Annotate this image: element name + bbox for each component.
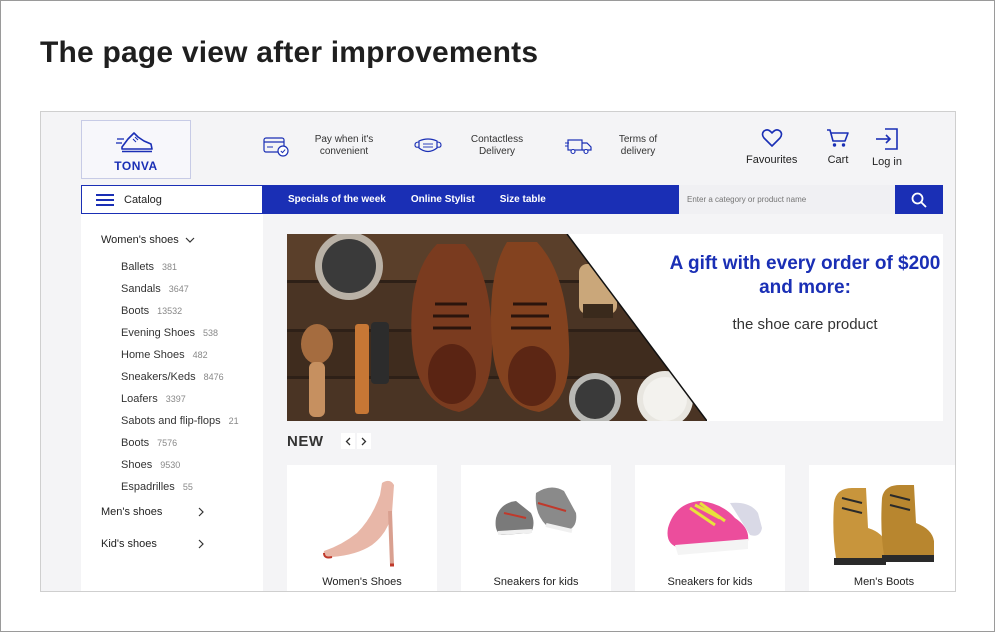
subcategory-item[interactable]: Sneakers/Keds 8476 (121, 366, 239, 388)
womens-subcategory-list: Ballets 381 Sandals 3647 Boots 13532 Evenin… (121, 256, 239, 498)
product-card[interactable]: Sneakers for kids (635, 465, 785, 591)
catalog-button[interactable]: Catalog (81, 185, 263, 214)
product-card[interactable]: Sneakers for kids (461, 465, 611, 591)
subcategory-count: 482 (192, 350, 208, 360)
sidebar-item-womens-label: Women's shoes (101, 234, 179, 246)
chevron-down-icon (185, 237, 195, 243)
feature-delivery-text: Terms of delivery (618, 134, 658, 157)
subcategory-count: 3397 (165, 394, 186, 404)
subcategory-item[interactable]: Boots 7576 (121, 432, 239, 454)
logo-text: TONVA (114, 158, 158, 173)
favourites-button[interactable]: Favourites (746, 128, 797, 166)
subcategory-count: 7576 (157, 438, 178, 448)
feature-contactless-text: Contactless Delivery (470, 134, 524, 157)
banner-subtitle: the shoe care product (732, 316, 878, 333)
subcategory-item[interactable]: Sandals 3647 (121, 278, 239, 300)
high-heel-shoe-image (323, 480, 394, 567)
mens-boots-image (833, 485, 934, 565)
subcategory-item[interactable]: Home Shoes 482 (121, 344, 239, 366)
running-shoe-icon (116, 131, 153, 152)
nav-link-stylist[interactable]: Online Stylist (411, 194, 475, 205)
product-card[interactable]: Women's Shoes (287, 465, 437, 591)
product-card[interactable]: Men's Boots (809, 465, 955, 591)
subcategory-item[interactable]: Boots 13532 (121, 300, 239, 322)
subcategory-label: Sandals (121, 283, 161, 295)
subcategory-item[interactable]: Sabots and flip-flops 21 (121, 410, 239, 432)
chevron-right-icon (198, 539, 204, 549)
subcategory-count: 3647 (168, 284, 189, 294)
subcategory-count: 55 (182, 482, 193, 492)
login-button[interactable]: Log in (872, 128, 902, 168)
product-label: Sneakers for kids (667, 576, 753, 588)
subcategory-label: Boots (121, 437, 150, 449)
page-heading: The page view after improvements (40, 36, 539, 69)
subcategory-count: 21 (228, 416, 239, 426)
subcategory-label: Sabots and flip-flops (121, 415, 221, 427)
search-icon (911, 192, 927, 208)
subcategory-label: Shoes (121, 459, 153, 471)
nav-link-size-table[interactable]: Size table (500, 194, 546, 205)
heart-icon (761, 129, 782, 147)
subcategory-label: Home Shoes (121, 349, 185, 361)
feature-contactless: Contactless Delivery (414, 134, 542, 158)
kids-sneakers-image (495, 487, 577, 535)
subcategory-label: Evening Shoes (121, 327, 195, 339)
feature-pay: Pay when it's convenient (263, 134, 389, 158)
nav-bar: Specials of the week Online Stylist Size… (263, 185, 943, 214)
subcategory-item[interactable]: Evening Shoes 538 (121, 322, 239, 344)
subcategory-item[interactable]: Shoes 9530 (121, 454, 239, 476)
subcategory-count: 9530 (160, 460, 181, 470)
promo-banner[interactable]: A gift with every order of $200 and more… (287, 234, 943, 421)
new-section-title: New (287, 433, 324, 450)
carousel-next-button[interactable] (357, 433, 371, 449)
carousel-prev-button[interactable] (341, 433, 355, 449)
product-label: Sneakers for kids (493, 576, 579, 588)
subcategory-item[interactable]: Loafers 3397 (121, 388, 239, 410)
subcategory-label: Loafers (121, 393, 158, 405)
subcategory-item[interactable]: Ballets 381 (121, 256, 239, 278)
sidebar-item-mens[interactable]: Men's shoes (101, 506, 205, 518)
sidebar-item-mens-label: Men's shoes (101, 506, 163, 518)
cart-label: Cart (827, 154, 849, 166)
search-button[interactable] (895, 185, 943, 214)
chevron-right-icon (198, 507, 204, 517)
feature-pay-text: Pay when it's convenient (314, 134, 374, 157)
product-label: Men's Boots (853, 576, 915, 588)
subcategory-count: 8476 (203, 372, 224, 382)
search-input[interactable] (679, 185, 895, 214)
favourites-label: Favourites (746, 154, 798, 166)
subcategory-count: 538 (203, 328, 219, 338)
subcategory-label: Boots (121, 305, 150, 317)
sidebar: Women's shoes Ballets 381 Sandals 3647 Boo… (81, 214, 263, 591)
banner-title: A gift with every order of $200 and more… (669, 253, 941, 298)
shoes-and-polish-image (287, 234, 707, 421)
catalog-label: Catalog (124, 193, 162, 206)
sidebar-item-kids[interactable]: Kid's shoes (101, 538, 205, 550)
subcategory-count: 13532 (157, 306, 183, 316)
sidebar-item-womens[interactable]: Women's shoes (101, 234, 195, 246)
chevron-left-icon (345, 437, 351, 445)
cart-button[interactable]: Cart (826, 128, 850, 166)
sidebar-item-kids-label: Kid's shoes (101, 538, 157, 550)
chevron-right-icon (361, 437, 367, 445)
menu-icon (96, 193, 114, 206)
face-mask-icon (414, 138, 442, 153)
subcategory-item[interactable]: Espadrilles 55 (121, 476, 239, 498)
subcategory-label: Ballets (121, 261, 155, 273)
cart-icon (827, 129, 849, 147)
logo[interactable]: TONVA (81, 120, 191, 179)
login-icon (875, 128, 898, 150)
delivery-truck-icon (565, 139, 592, 155)
subcategory-label: Espadrilles (121, 481, 175, 493)
pink-sneakers-image (667, 501, 762, 555)
subcategory-label: Sneakers/Keds (121, 371, 196, 383)
website-screenshot: TONVA Pay when it's convenient Contactle… (40, 111, 956, 592)
nav-link-specials[interactable]: Specials of the week (288, 194, 386, 205)
card-payment-icon (263, 137, 289, 157)
subcategory-count: 381 (162, 262, 178, 272)
feature-delivery: Terms of delivery (565, 134, 673, 158)
product-label: Women's Shoes (322, 576, 402, 588)
login-label: Log in (872, 156, 902, 168)
